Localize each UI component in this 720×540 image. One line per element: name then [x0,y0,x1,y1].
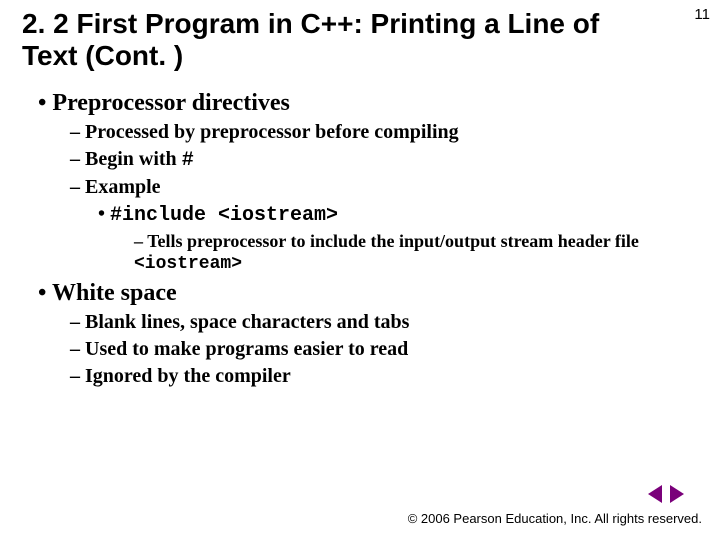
bullet-text: Blank lines, space characters and tabs [85,311,409,333]
code-hash: # [182,149,194,172]
bullet-sub: Used to make programs easier to read [70,338,698,361]
bullet-sub: Processed by preprocessor before compili… [70,121,698,144]
bullet-sub: Example #include <iostream> Tells prepro… [70,176,698,274]
code-include: #include <iostream> [110,204,338,227]
bullet-list: Preprocessor directives Processed by pre… [22,90,698,388]
triangle-right-icon [670,485,684,503]
bullet-sub: Ignored by the compiler [70,365,698,388]
copyright-footer: © 2006 Pearson Education, Inc. All right… [408,511,702,526]
bullet-text: Processed by preprocessor before compili… [85,121,459,143]
bullet-preprocessor: Preprocessor directives Processed by pre… [38,90,698,274]
prev-button[interactable] [648,485,662,506]
bullet-text: Tells preprocessor to include the input/… [147,231,639,251]
code-iostream: <iostream> [134,254,242,274]
nav-controls [648,485,684,506]
triangle-left-icon [648,485,662,503]
bullet-text: Begin with [85,148,182,170]
next-button[interactable] [670,485,684,506]
bullet-sub: Begin with # [70,148,698,172]
slide: 11 2. 2 First Program in C++: Printing a… [0,0,720,540]
bullet-text: Used to make programs easier to read [85,338,408,360]
bullet-sub: Blank lines, space characters and tabs [70,311,698,334]
bullet-text: Ignored by the compiler [85,365,291,387]
slide-title: 2. 2 First Program in C++: Printing a Li… [22,8,622,72]
bullet-text: Preprocessor directives [52,90,290,116]
page-number: 11 [694,6,710,23]
bullet-explain: Tells preprocessor to include the input/… [134,231,698,274]
bullet-text: Example [85,176,161,198]
bullet-example-code: #include <iostream> Tells preprocessor t… [98,203,698,274]
bullet-text: White space [52,280,177,306]
bullet-whitespace: White space Blank lines, space character… [38,280,698,388]
